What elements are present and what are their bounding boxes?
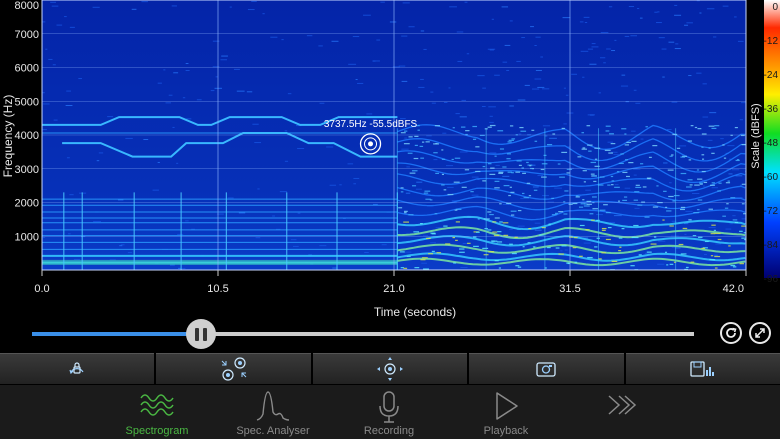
tab-recording[interactable]: Recording (334, 385, 444, 439)
y-tick-label: 1000 (15, 231, 39, 243)
expand-icon (755, 328, 765, 338)
tab-label-recording: Recording (363, 425, 415, 437)
playback-progress-fill (32, 332, 198, 336)
lock-rotate-icon (69, 362, 84, 375)
refresh-button[interactable] (720, 322, 742, 344)
pan-tool[interactable] (312, 353, 468, 384)
y-axis-label: Frequency (Hz) (1, 95, 15, 178)
y-tick-label: 6000 (15, 63, 39, 75)
tab-label-spectrogram: Spectrogram (125, 425, 189, 437)
y-tick-label: 7000 (15, 29, 39, 41)
toolbar (0, 353, 780, 384)
tab-label-playback: Playback (483, 425, 529, 437)
colorbar-tick-label: -12 (764, 36, 779, 47)
fast-forward-icon (608, 395, 637, 415)
colorbar-tick-label: -60 (764, 172, 779, 183)
colorbar-tick-label: -24 (764, 70, 779, 81)
low-band (42, 259, 398, 265)
tab-spectrogram[interactable]: Spectrogram (102, 385, 212, 439)
x-axis-label: Time (seconds) (374, 305, 456, 319)
zoom-tool[interactable] (156, 353, 311, 384)
pause-button[interactable] (186, 319, 216, 349)
y-tick-label: 3000 (15, 164, 39, 176)
x-tick-label: 0.0 (34, 283, 49, 295)
pinch-zoom-icon (221, 357, 246, 381)
camera-icon (536, 362, 557, 377)
colorbar-tick-label: -36 (764, 104, 779, 115)
x-tick-label: 10.5 (207, 283, 228, 295)
spectrogram-chart[interactable]: 8000 7000 6000 5000 4000 3000 2000 1000 0.0 10.5… (0, 0, 780, 322)
y-tick-label: 8000 (15, 0, 39, 12)
colorbar-tick-label: 0 (772, 2, 778, 13)
expand-button[interactable] (749, 322, 771, 344)
colorbar-tick-label: -72 (764, 206, 779, 217)
save-tool[interactable] (625, 353, 780, 384)
snapshot-tool[interactable] (469, 353, 624, 384)
play-icon (496, 392, 518, 420)
cursor-readout: 3737.5Hz -55.5dBFS (324, 119, 418, 130)
colorbar-tick-label: -96 (764, 274, 779, 285)
pan-icon (377, 357, 404, 381)
x-tick-label: 42.0 (723, 283, 744, 295)
tab-playback[interactable]: Playback (451, 385, 561, 439)
x-tick-label: 21.0 (383, 283, 404, 295)
spectrogram-icon (140, 394, 174, 416)
y-tick-label: 5000 (15, 96, 39, 108)
tab-label-spec-analyser: Spec. Analyser (236, 425, 310, 437)
playback-progress-bar[interactable] (32, 332, 694, 336)
y-tick-label: 2000 (15, 198, 39, 210)
colorbar-label: Scale (dBFS) (750, 103, 762, 168)
pause-icon (195, 327, 199, 341)
spectrum-icon (256, 391, 290, 421)
lock-rotation-tool[interactable] (0, 353, 155, 384)
colorbar-tick-label: -84 (764, 240, 779, 251)
tab-spec-analyser[interactable]: Spec. Analyser (218, 385, 328, 439)
tab-bar: Spectrogram Spec. Analyser Recording Pla… (0, 385, 780, 439)
refresh-icon (726, 327, 737, 338)
x-tick-label: 31.5 (559, 283, 580, 295)
cursor-dot (368, 141, 374, 147)
y-tick-label: 4000 (15, 130, 39, 142)
tab-more[interactable] (567, 385, 677, 439)
microphone-icon (379, 391, 399, 423)
colorbar-tick-label: -48 (764, 138, 779, 149)
save-icon (690, 361, 714, 377)
